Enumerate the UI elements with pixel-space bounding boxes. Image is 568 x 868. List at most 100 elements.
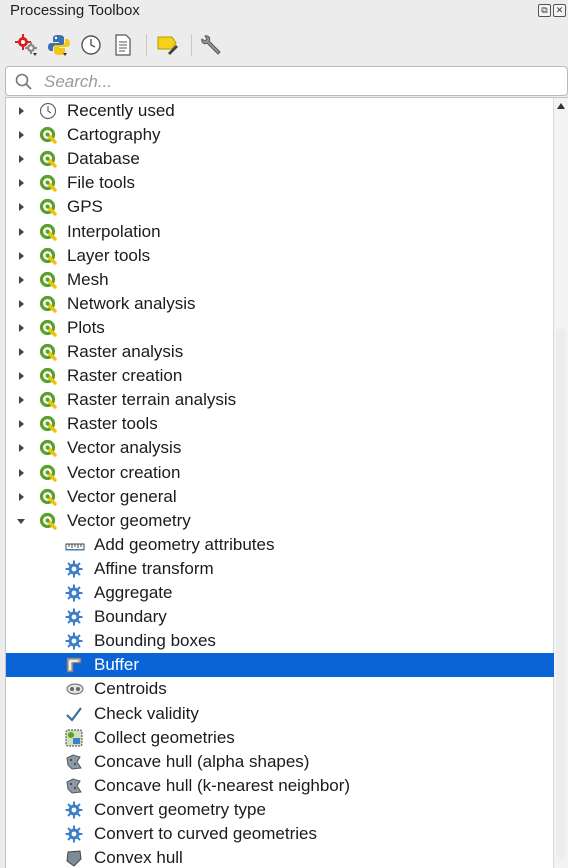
tree-algorithm-label: Concave hull (alpha shapes)	[94, 751, 310, 771]
expand-arrow-right-icon[interactable]	[16, 492, 26, 502]
tree-category-row[interactable]: Mesh	[6, 268, 554, 292]
models-button[interactable]	[12, 30, 42, 60]
tree-category-label: Vector creation	[67, 462, 181, 482]
expand-arrow-right-icon[interactable]	[16, 106, 26, 116]
expand-arrow-right-icon[interactable]	[16, 299, 26, 309]
search-box[interactable]	[5, 66, 568, 96]
ruler-icon	[65, 536, 85, 554]
algorithm-tree[interactable]: Recently used Cartography Database File too…	[5, 97, 568, 868]
qgis-logo-icon	[39, 150, 57, 168]
tree-algorithm-row[interactable]: Affine transform	[6, 557, 554, 581]
tree-algorithm-label: Add geometry attributes	[94, 534, 275, 554]
concave-hull-icon	[65, 753, 83, 771]
tree-category-row[interactable]: Raster tools	[6, 412, 554, 436]
tree-category-row[interactable]: Layer tools	[6, 244, 554, 268]
history-button[interactable]	[76, 30, 106, 60]
tree-algorithm-label: Bounding boxes	[94, 631, 216, 651]
tree-category-row[interactable]: Vector geometry	[6, 509, 554, 533]
tree-algorithm-label: Convex hull	[94, 848, 183, 868]
expand-arrow-right-icon[interactable]	[16, 178, 26, 188]
edit-features-in-place-button[interactable]	[153, 30, 183, 60]
tree-algorithm-row[interactable]: Concave hull (alpha shapes)	[6, 750, 554, 774]
search-input[interactable]	[42, 70, 546, 94]
expand-arrow-right-icon[interactable]	[16, 395, 26, 405]
python-button[interactable]	[44, 30, 74, 60]
tree-category-row[interactable]: Vector analysis	[6, 436, 554, 460]
tree-category-row[interactable]: Raster analysis	[6, 340, 554, 364]
panel-title: Processing Toolbox	[10, 2, 140, 19]
close-panel-button[interactable]: ✕	[553, 4, 566, 17]
tree-algorithm-row[interactable]: Buffer	[6, 653, 554, 678]
tree-category-label: Database	[67, 149, 140, 169]
expand-arrow-right-icon[interactable]	[16, 251, 26, 261]
tree-category-row[interactable]: Plots	[6, 316, 554, 340]
expand-arrow-right-icon[interactable]	[16, 419, 26, 429]
expand-arrow-right-icon[interactable]	[16, 130, 26, 140]
centroids-icon	[65, 680, 84, 698]
qgis-logo-icon	[39, 295, 57, 313]
tree-category-row[interactable]: Interpolation	[6, 220, 554, 244]
expand-arrow-right-icon[interactable]	[16, 347, 26, 357]
qgis-logo-icon	[39, 247, 57, 265]
expand-arrow-right-icon[interactable]	[16, 227, 26, 237]
qgis-logo-icon	[39, 415, 57, 433]
tree-category-label: File tools	[67, 173, 136, 193]
tree-algorithm-row[interactable]: Bounding boxes	[6, 629, 554, 653]
tree-category-row[interactable]: Network analysis	[6, 292, 554, 316]
tree-category-row[interactable]: Cartography	[6, 123, 554, 147]
tree-algorithm-label: Collect geometries	[94, 727, 235, 747]
scroll-up-arrow-icon[interactable]	[556, 102, 566, 110]
expand-arrow-right-icon[interactable]	[16, 323, 26, 333]
tree-algorithm-label: Aggregate	[94, 583, 173, 602]
tree-category-row[interactable]: Raster terrain analysis	[6, 388, 554, 412]
gear-icon	[65, 584, 83, 602]
expand-arrow-right-icon[interactable]	[16, 202, 26, 212]
tree-algorithm-row[interactable]: Check validity	[6, 702, 554, 726]
clock-icon	[39, 102, 57, 120]
expand-arrow-right-icon[interactable]	[16, 371, 26, 381]
tree-scrollbar[interactable]	[553, 98, 568, 868]
gear-icon	[65, 560, 83, 578]
tree-category-row[interactable]: Raster creation	[6, 364, 554, 388]
tree-algorithm-row[interactable]: Convex hull	[6, 846, 554, 868]
convex-hull-icon	[65, 849, 83, 867]
tree-algorithm-label: Buffer	[94, 655, 140, 675]
edit-features-in-place-icon	[157, 36, 178, 55]
qgis-logo-icon	[39, 126, 57, 144]
qgis-logo-icon	[39, 198, 57, 217]
tree-algorithm-label: Boundary	[94, 607, 167, 627]
float-panel-button[interactable]: ⧉	[538, 4, 551, 17]
tree-category-row[interactable]: Recently used	[6, 99, 554, 123]
tree-algorithm-row[interactable]: Convert to curved geometries	[6, 822, 554, 846]
tree-category-label: Plots	[67, 317, 105, 337]
expand-arrow-down-icon[interactable]	[16, 516, 26, 526]
tree-category-row[interactable]: Database	[6, 147, 554, 171]
tree-algorithm-row[interactable]: Convert geometry type	[6, 798, 554, 822]
tree-category-row[interactable]: File tools	[6, 171, 554, 195]
expand-arrow-right-icon[interactable]	[16, 154, 26, 164]
tree-algorithm-row[interactable]: Concave hull (k-nearest neighbor)	[6, 774, 554, 798]
results-viewer-button[interactable]	[108, 30, 138, 60]
tree-category-row[interactable]: GPS	[6, 195, 554, 219]
tree-category-label: Vector analysis	[67, 438, 182, 458]
gear-icon	[65, 632, 83, 650]
tree-algorithm-row[interactable]: Aggregate	[6, 581, 554, 605]
tree-algorithm-row[interactable]: Centroids	[6, 677, 554, 701]
expand-arrow-right-icon[interactable]	[16, 468, 26, 478]
qgis-logo-icon	[39, 271, 57, 289]
toolbar-separator	[191, 34, 192, 56]
tree-category-label: Cartography	[67, 125, 161, 145]
scrollbar-thumb[interactable]	[556, 328, 566, 858]
tree-algorithm-label: Concave hull (k-nearest neighbor)	[94, 775, 351, 795]
tree-category-row[interactable]: Vector general	[6, 485, 554, 509]
tree-algorithm-row[interactable]: Collect geometries	[6, 726, 554, 750]
tree-algorithm-row[interactable]: Add geometry attributes	[6, 533, 554, 557]
expand-arrow-right-icon[interactable]	[16, 275, 26, 285]
options-button[interactable]	[198, 30, 228, 60]
search-icon	[15, 73, 32, 90]
expand-arrow-right-icon[interactable]	[16, 443, 26, 453]
tree-algorithm-row[interactable]: Boundary	[6, 605, 554, 629]
gear-icon	[65, 825, 83, 843]
tree-category-label: Vector general	[67, 486, 177, 506]
tree-category-row[interactable]: Vector creation	[6, 461, 554, 485]
